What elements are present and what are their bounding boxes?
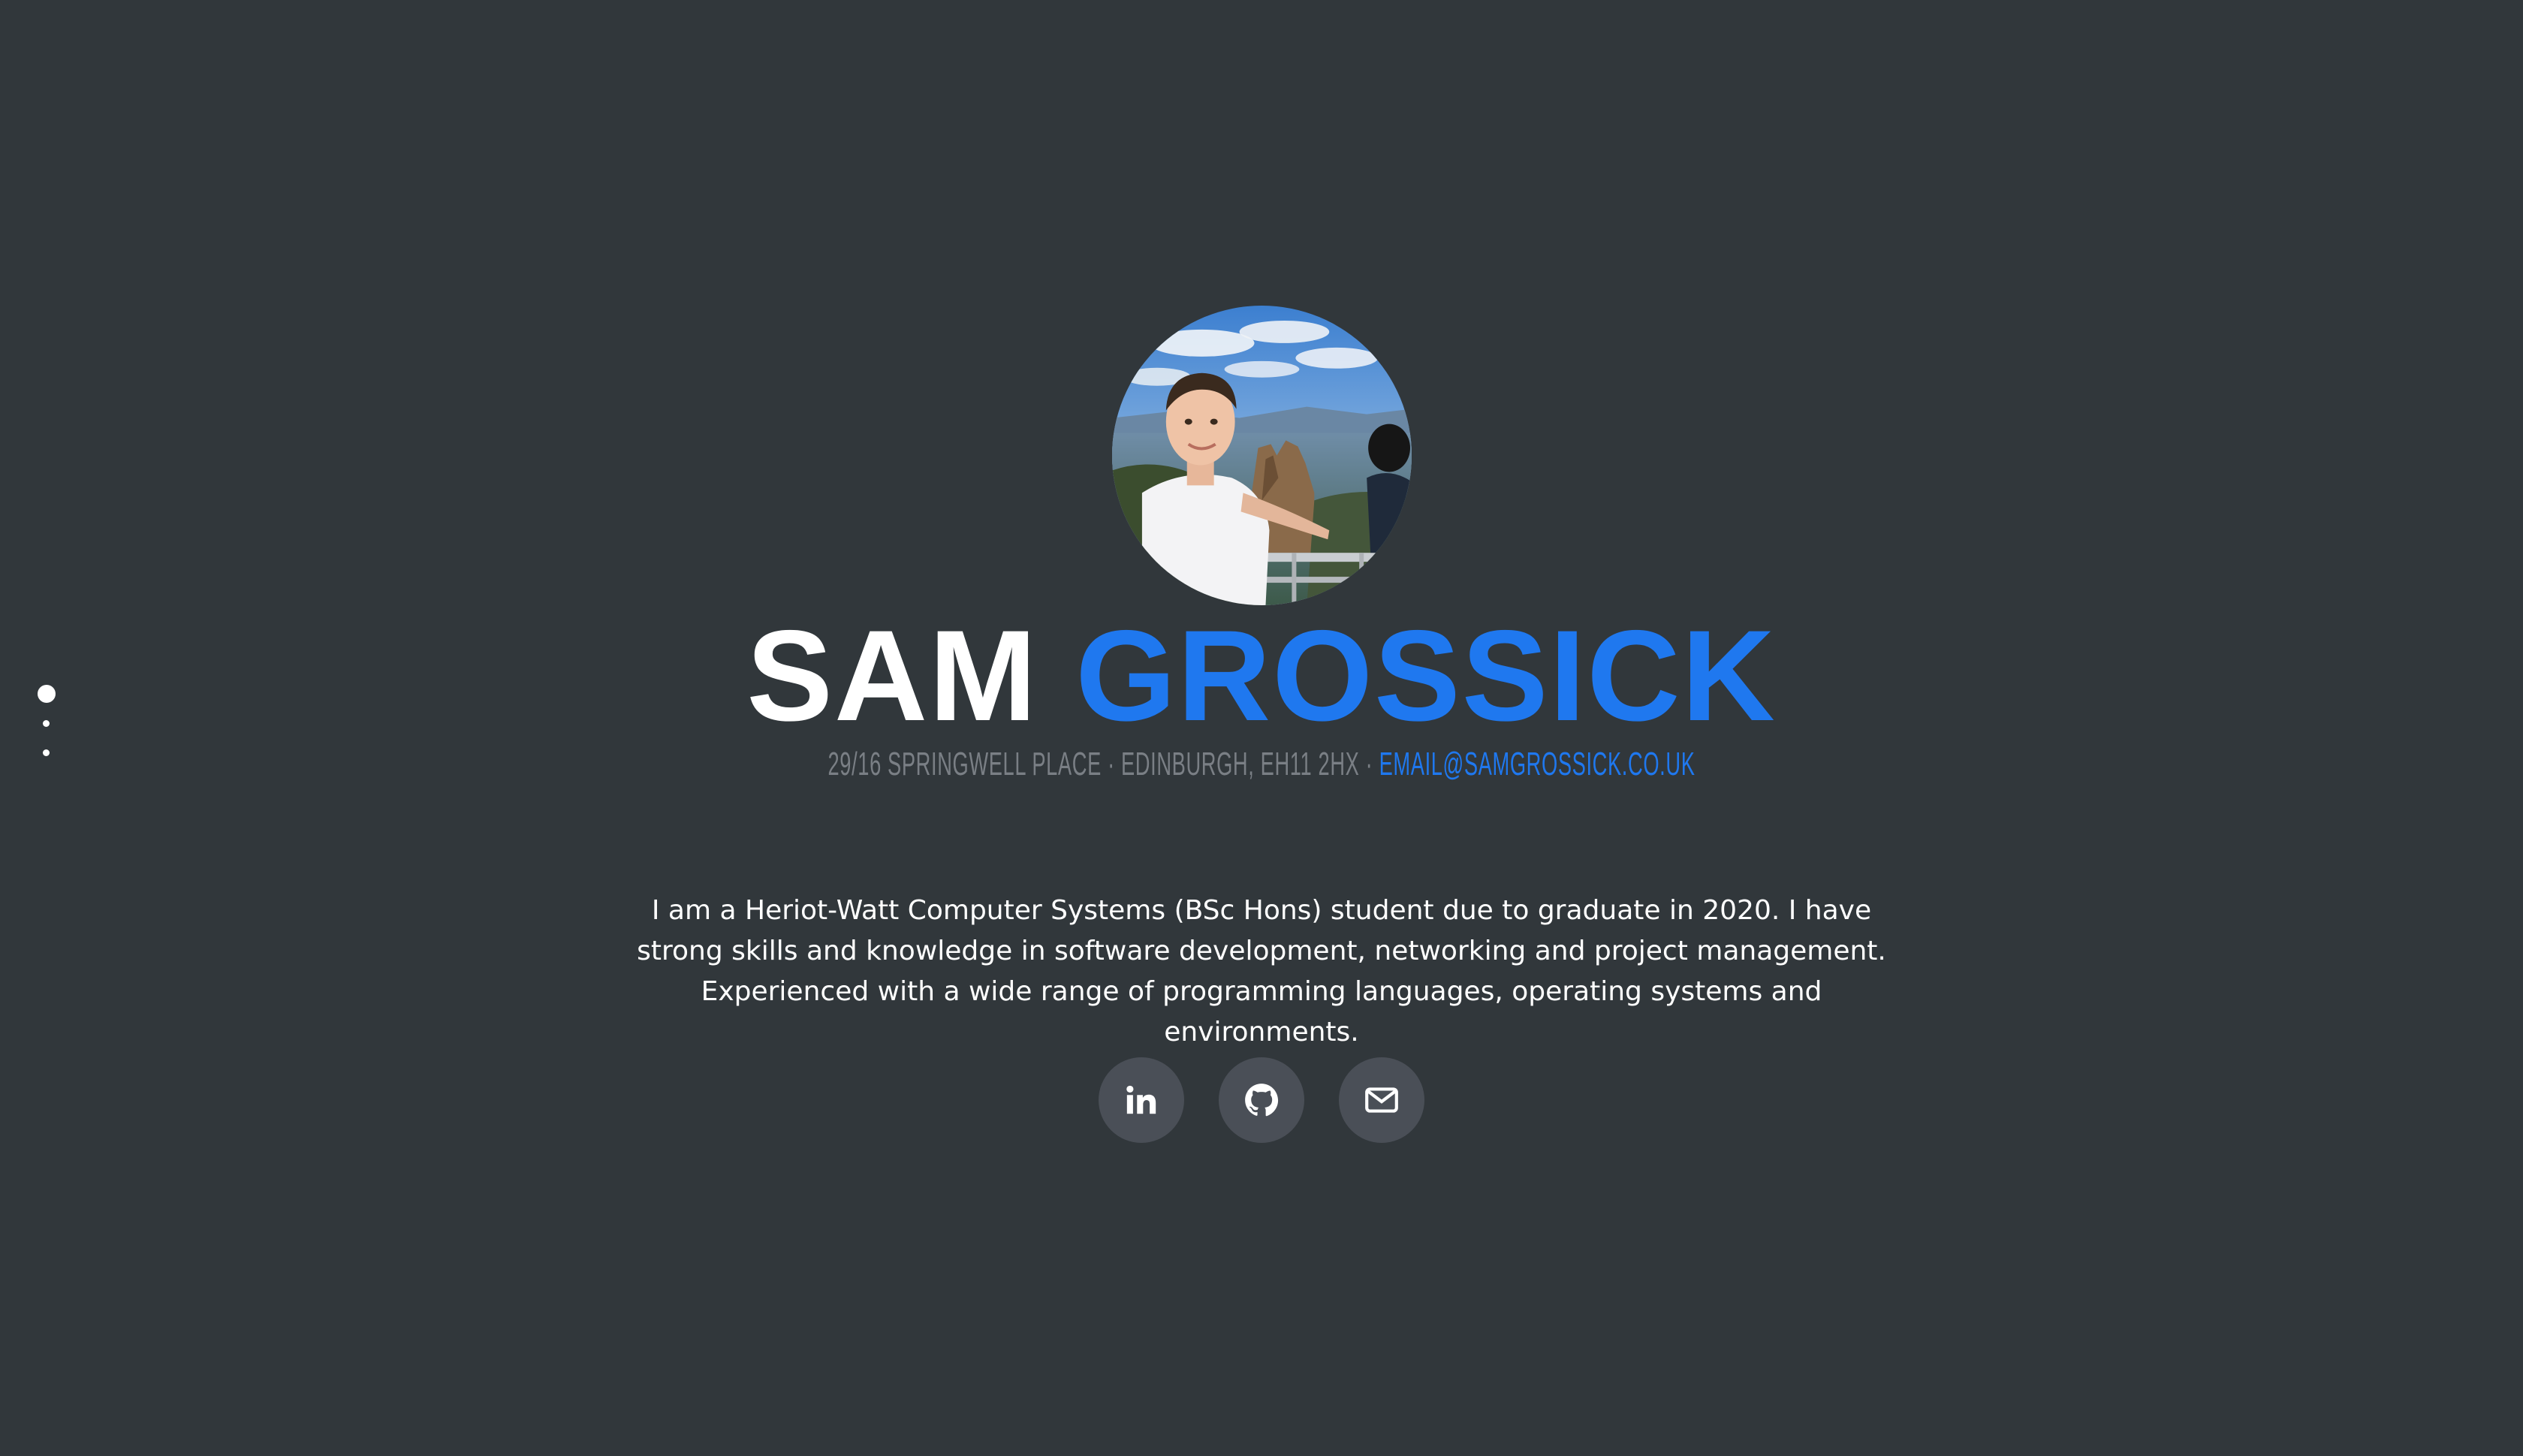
address-text: 29/16 Springwell Place · Edinburgh, EH11…: [827, 746, 1373, 782]
last-name: GROSSICK: [1075, 604, 1777, 748]
email-button[interactable]: [1339, 1057, 1424, 1143]
bio-text: I am a Heriot-Watt Computer Systems (BSc…: [637, 895, 1886, 1048]
github-button[interactable]: [1219, 1057, 1304, 1143]
linkedin-button[interactable]: [1099, 1057, 1184, 1143]
profile-photo: [1112, 306, 1412, 605]
avatar: [1112, 306, 1412, 605]
nav-dot-3[interactable]: [43, 749, 50, 756]
linkedin-icon: [1126, 1085, 1156, 1114]
mail-icon: [1365, 1087, 1398, 1113]
page-title: SAM GROSSICK: [0, 608, 2523, 743]
contact-line: 29/16 Springwell Place · Edinburgh, EH11…: [479, 743, 2043, 785]
email-link[interactable]: email@samgrossick.co.uk: [1379, 746, 1696, 782]
social-links: [0, 1057, 2523, 1143]
github-icon: [1245, 1084, 1279, 1117]
first-name: SAM: [746, 604, 1038, 748]
